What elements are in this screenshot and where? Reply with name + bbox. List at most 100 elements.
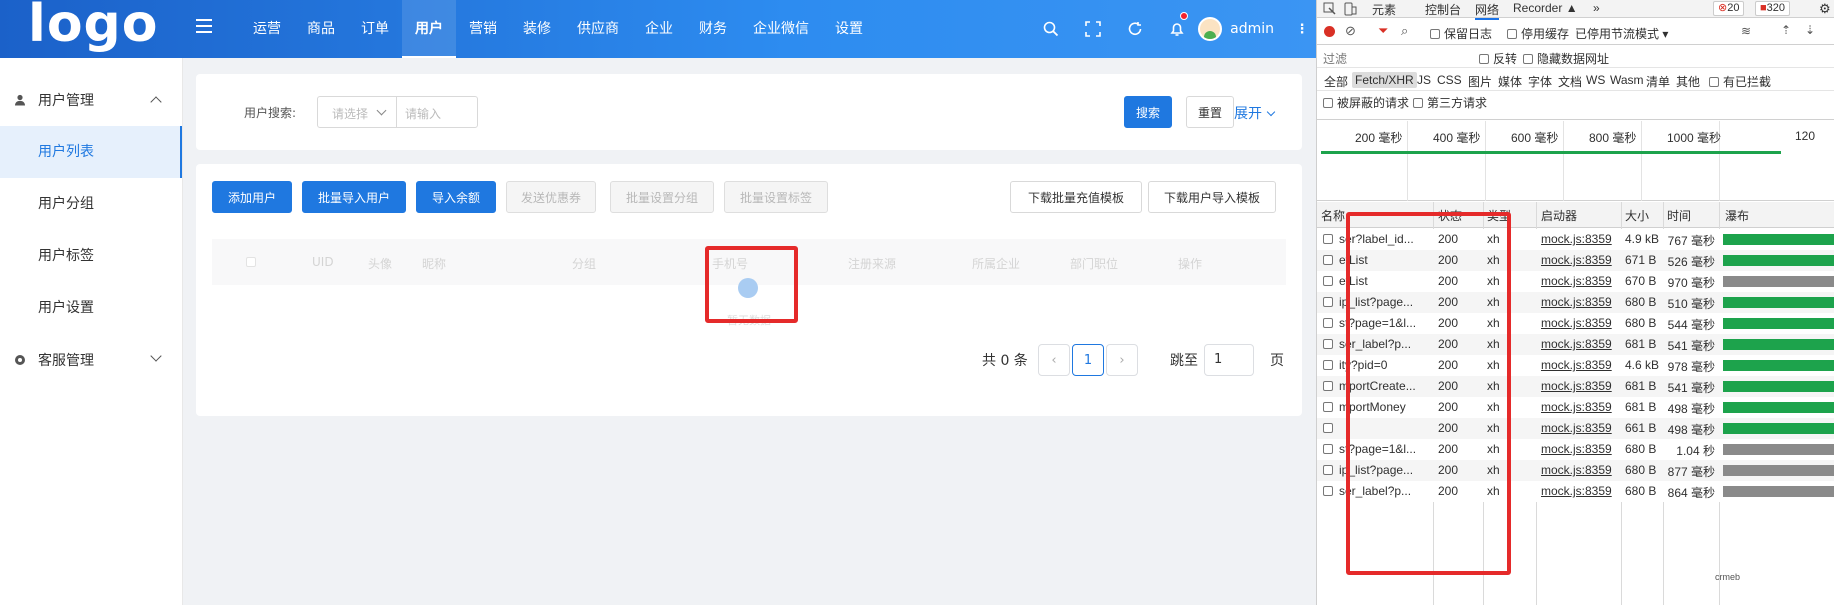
search-input[interactable]: 请输入 xyxy=(396,96,478,128)
disable-cache-checkbox[interactable]: 停用缓存 xyxy=(1507,25,1569,42)
type-filter-wasm[interactable]: Wasm xyxy=(1607,72,1647,88)
row-checkbox[interactable] xyxy=(1323,318,1333,328)
nav-item-enterprise[interactable]: 企业 xyxy=(632,0,686,58)
record-icon[interactable] xyxy=(1324,26,1335,37)
request-initiator-link[interactable]: mock.js:8359 xyxy=(1541,463,1612,477)
invert-checkbox[interactable]: 反转 xyxy=(1479,50,1517,67)
issue-counter[interactable]: ■320 xyxy=(1755,1,1791,16)
next-page-button[interactable]: › xyxy=(1106,344,1138,376)
import-har-icon[interactable]: ⇡ xyxy=(1781,23,1791,37)
type-filter-fonts[interactable]: 字体 xyxy=(1525,72,1555,91)
type-filter-js[interactable]: JS xyxy=(1414,72,1434,88)
row-checkbox[interactable] xyxy=(1323,486,1333,496)
refresh-icon[interactable] xyxy=(1114,0,1156,58)
search-type-select[interactable]: 请选择 xyxy=(317,96,397,128)
row-checkbox[interactable] xyxy=(1323,255,1333,265)
devtools-tab-recorder[interactable]: Recorder ▲ xyxy=(1513,1,1578,15)
request-initiator-link[interactable]: mock.js:8359 xyxy=(1541,484,1612,498)
menu-collapse-icon[interactable] xyxy=(196,19,212,35)
nav-item-settings[interactable]: 设置 xyxy=(822,0,876,58)
third-party-checkbox[interactable]: 第三方请求 xyxy=(1413,94,1487,111)
inspect-element-icon[interactable] xyxy=(1323,2,1337,16)
more-vertical-icon[interactable]: ⋮ xyxy=(1294,22,1310,37)
filter-icon[interactable]: ⏷ xyxy=(1378,23,1388,39)
settings-gear-icon[interactable]: ⚙ xyxy=(1819,1,1831,17)
download-import-template-button[interactable]: 下载用户导入模板 xyxy=(1148,181,1276,213)
type-filter-all[interactable]: 全部 xyxy=(1321,72,1351,91)
batch-set-group-button[interactable]: 批量设置分组 xyxy=(610,181,714,213)
sidebar-group-user-management[interactable]: 用户管理 xyxy=(0,74,182,126)
notification-bell-icon[interactable] xyxy=(1156,0,1198,58)
row-checkbox[interactable] xyxy=(1323,402,1333,412)
blocked-requests-checkbox[interactable]: 被屏蔽的请求 xyxy=(1323,94,1409,111)
export-har-icon[interactable]: ⇣ xyxy=(1805,23,1815,37)
row-checkbox[interactable] xyxy=(1323,381,1333,391)
nav-item-products[interactable]: 商品 xyxy=(294,0,348,58)
nav-item-operations[interactable]: 运营 xyxy=(240,0,294,58)
avatar[interactable] xyxy=(1198,17,1223,41)
hide-data-urls-checkbox[interactable]: 隐藏数据网址 xyxy=(1523,50,1609,67)
devtools-tab-network[interactable]: 网络 xyxy=(1475,1,1500,20)
row-checkbox[interactable] xyxy=(1323,297,1333,307)
devtools-tab-more[interactable]: » xyxy=(1593,1,1600,15)
filter-input[interactable]: 过滤 xyxy=(1323,50,1473,67)
column-header-waterfall[interactable]: 瀑布 xyxy=(1725,207,1749,224)
type-filter-css[interactable]: CSS xyxy=(1434,72,1465,88)
row-checkbox[interactable] xyxy=(1323,276,1333,286)
column-header-size[interactable]: 大小 xyxy=(1625,207,1649,224)
logo[interactable]: logo xyxy=(28,0,159,54)
request-initiator-link[interactable]: mock.js:8359 xyxy=(1541,421,1612,435)
search-icon[interactable] xyxy=(1030,0,1072,58)
request-initiator-link[interactable]: mock.js:8359 xyxy=(1541,295,1612,309)
sidebar-group-customer-service[interactable]: 客服管理 xyxy=(0,334,182,386)
reset-button[interactable]: 重置 xyxy=(1186,96,1234,128)
send-coupon-button[interactable]: 发送优惠券 xyxy=(506,181,596,213)
nav-item-suppliers[interactable]: 供应商 xyxy=(564,0,632,58)
column-header-name[interactable]: 名称 xyxy=(1321,207,1345,224)
sidebar-item-user-groups[interactable]: 用户分组 xyxy=(0,178,182,230)
request-initiator-link[interactable]: mock.js:8359 xyxy=(1541,400,1612,414)
request-initiator-link[interactable]: mock.js:8359 xyxy=(1541,253,1612,267)
select-all-checkbox[interactable] xyxy=(246,257,256,267)
row-checkbox[interactable] xyxy=(1323,339,1333,349)
nav-item-users[interactable]: 用户 xyxy=(402,0,456,58)
expand-link[interactable]: 展开 xyxy=(1234,103,1276,123)
user-name[interactable]: admin xyxy=(1230,21,1274,37)
request-initiator-link[interactable]: mock.js:8359 xyxy=(1541,337,1612,351)
row-checkbox[interactable] xyxy=(1323,234,1333,244)
nav-item-decoration[interactable]: 装修 xyxy=(510,0,564,58)
nav-item-wecom[interactable]: 企业微信 xyxy=(740,0,822,58)
type-filter-docs[interactable]: 文档 xyxy=(1555,72,1585,91)
throttle-select[interactable]: 已停用节流模式 ▾ xyxy=(1575,25,1668,42)
request-initiator-link[interactable]: mock.js:8359 xyxy=(1541,232,1612,246)
row-checkbox[interactable] xyxy=(1323,360,1333,370)
add-user-button[interactable]: 添加用户 xyxy=(212,181,292,213)
sidebar-item-user-tags[interactable]: 用户标签 xyxy=(0,230,182,282)
import-balance-button[interactable]: 导入余额 xyxy=(416,181,496,213)
device-toolbar-icon[interactable] xyxy=(1343,2,1357,16)
batch-set-tag-button[interactable]: 批量设置标签 xyxy=(724,181,828,213)
sidebar-item-user-list[interactable]: 用户列表 xyxy=(0,126,182,178)
nav-item-finance[interactable]: 财务 xyxy=(686,0,740,58)
search-button[interactable]: 搜索 xyxy=(1124,96,1172,128)
request-initiator-link[interactable]: mock.js:8359 xyxy=(1541,274,1612,288)
fullscreen-icon[interactable] xyxy=(1072,0,1114,58)
nav-item-orders[interactable]: 订单 xyxy=(348,0,402,58)
request-initiator-link[interactable]: mock.js:8359 xyxy=(1541,358,1612,372)
row-checkbox[interactable] xyxy=(1323,465,1333,475)
prev-page-button[interactable]: ‹ xyxy=(1038,344,1070,376)
nav-item-marketing[interactable]: 营销 xyxy=(456,0,510,58)
batch-import-users-button[interactable]: 批量导入用户 xyxy=(302,181,406,213)
download-recharge-template-button[interactable]: 下载批量充值模板 xyxy=(1010,181,1142,213)
error-counter[interactable]: ⊗20 xyxy=(1713,1,1745,16)
row-checkbox[interactable] xyxy=(1323,444,1333,454)
jump-page-input[interactable]: 1 xyxy=(1204,344,1254,376)
page-number-button[interactable]: 1 xyxy=(1072,344,1104,376)
type-filter-media[interactable]: 媒体 xyxy=(1495,72,1525,91)
search-icon[interactable]: ⌕ xyxy=(1401,23,1408,39)
wifi-conditions-icon[interactable]: ≋ xyxy=(1741,24,1751,38)
clear-icon[interactable]: ⊘ xyxy=(1345,23,1356,39)
sidebar-item-user-settings[interactable]: 用户设置 xyxy=(0,282,182,334)
column-header-time[interactable]: 时间 xyxy=(1667,207,1691,224)
devtools-tab-console[interactable]: 控制台 xyxy=(1425,1,1461,18)
